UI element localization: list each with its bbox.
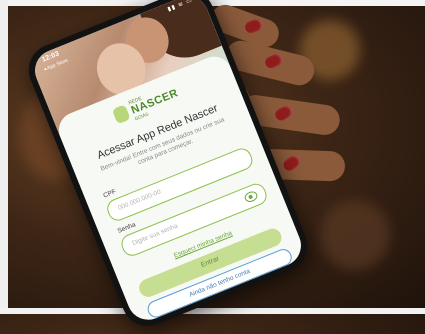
footer-logos: ◂ ◆ ▸ GOIÁS: [138, 261, 307, 326]
password-placeholder: Digite sua senha: [131, 222, 179, 248]
logo-mark-icon: [111, 104, 131, 125]
image-edge-top: [0, 0, 425, 6]
show-password-eye-icon[interactable]: [243, 189, 259, 204]
footer-goias-logo: GOIÁS: [223, 288, 244, 302]
image-edge-left: [0, 0, 8, 314]
image-edge-bottom: [0, 308, 425, 314]
cpf-placeholder: 000.000.000-00: [117, 188, 162, 213]
background-bokeh: [320, 200, 390, 270]
logo-main-text: NASCER: [129, 87, 180, 117]
